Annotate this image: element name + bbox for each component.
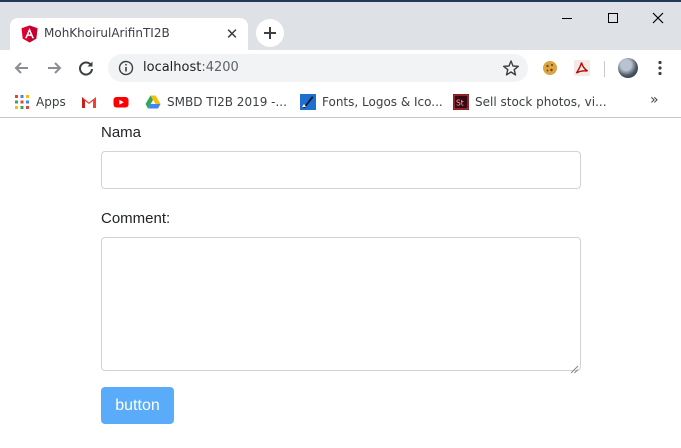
gmail-icon	[81, 94, 97, 110]
pdf-extension-icon[interactable]	[573, 59, 591, 77]
bookmarks-bar: Apps SMBD TI2B 2019 -... Fonts, Logos & …	[0, 86, 681, 118]
new-tab-button[interactable]	[256, 19, 284, 47]
angular-icon	[21, 25, 38, 43]
forward-arrow-icon[interactable]	[44, 58, 64, 78]
resize-handle-icon[interactable]	[569, 359, 579, 374]
browser-toolbar: localhost:4200	[0, 50, 681, 86]
minimize-icon[interactable]	[557, 8, 577, 28]
fonts-site-icon	[300, 94, 316, 110]
youtube-icon	[113, 94, 129, 110]
tab-active[interactable]: MohKhoirulArifinTI2B ✕	[10, 18, 248, 50]
profile-avatar[interactable]	[618, 58, 638, 78]
bookmark-label: Apps	[36, 95, 66, 109]
plus-icon	[264, 27, 276, 39]
tab-close-icon[interactable]: ✕	[222, 24, 242, 44]
address-url: localhost:4200	[143, 60, 239, 75]
close-icon[interactable]	[648, 8, 668, 28]
window-top-border	[0, 0, 681, 2]
name-label: Nama	[101, 124, 142, 141]
bookmark-label: SMBD TI2B 2019 -...	[167, 95, 287, 109]
comment-textarea[interactable]	[101, 237, 581, 374]
bookmark-label: Sell stock photos, vi...	[475, 95, 607, 109]
back-arrow-icon[interactable]	[12, 58, 32, 78]
bookmark-label: Fonts, Logos & Ico...	[322, 95, 443, 109]
svg-text:St: St	[456, 99, 464, 108]
cookie-extension-icon[interactable]	[541, 59, 559, 77]
bookmarks-overflow-chevron[interactable]: »	[650, 92, 659, 108]
page-content: Nama Comment: button	[0, 119, 681, 448]
address-bar[interactable]: localhost:4200	[108, 54, 528, 82]
comment-label: Comment:	[101, 210, 171, 227]
google-drive-icon	[145, 94, 161, 110]
toolbar-separator	[604, 61, 605, 77]
browser-window: MohKhoirulArifinTI2B ✕ localhost:4200 Ap…	[0, 0, 681, 448]
submit-button[interactable]: button	[101, 387, 174, 424]
menu-dots-icon[interactable]	[650, 58, 670, 78]
url-port: :4200	[201, 60, 239, 75]
bookmark-star-icon[interactable]	[502, 59, 520, 77]
tab-strip: MohKhoirulArifinTI2B ✕	[0, 0, 681, 50]
url-host: localhost	[143, 60, 202, 75]
tab-title: MohKhoirulArifinTI2B	[44, 26, 170, 40]
maximize-icon[interactable]	[603, 8, 623, 28]
reload-icon[interactable]	[76, 58, 96, 78]
apps-grid-icon	[14, 94, 30, 110]
name-input[interactable]	[101, 151, 581, 189]
adobe-stock-icon: St	[453, 94, 469, 110]
site-info-icon[interactable]	[118, 60, 134, 76]
